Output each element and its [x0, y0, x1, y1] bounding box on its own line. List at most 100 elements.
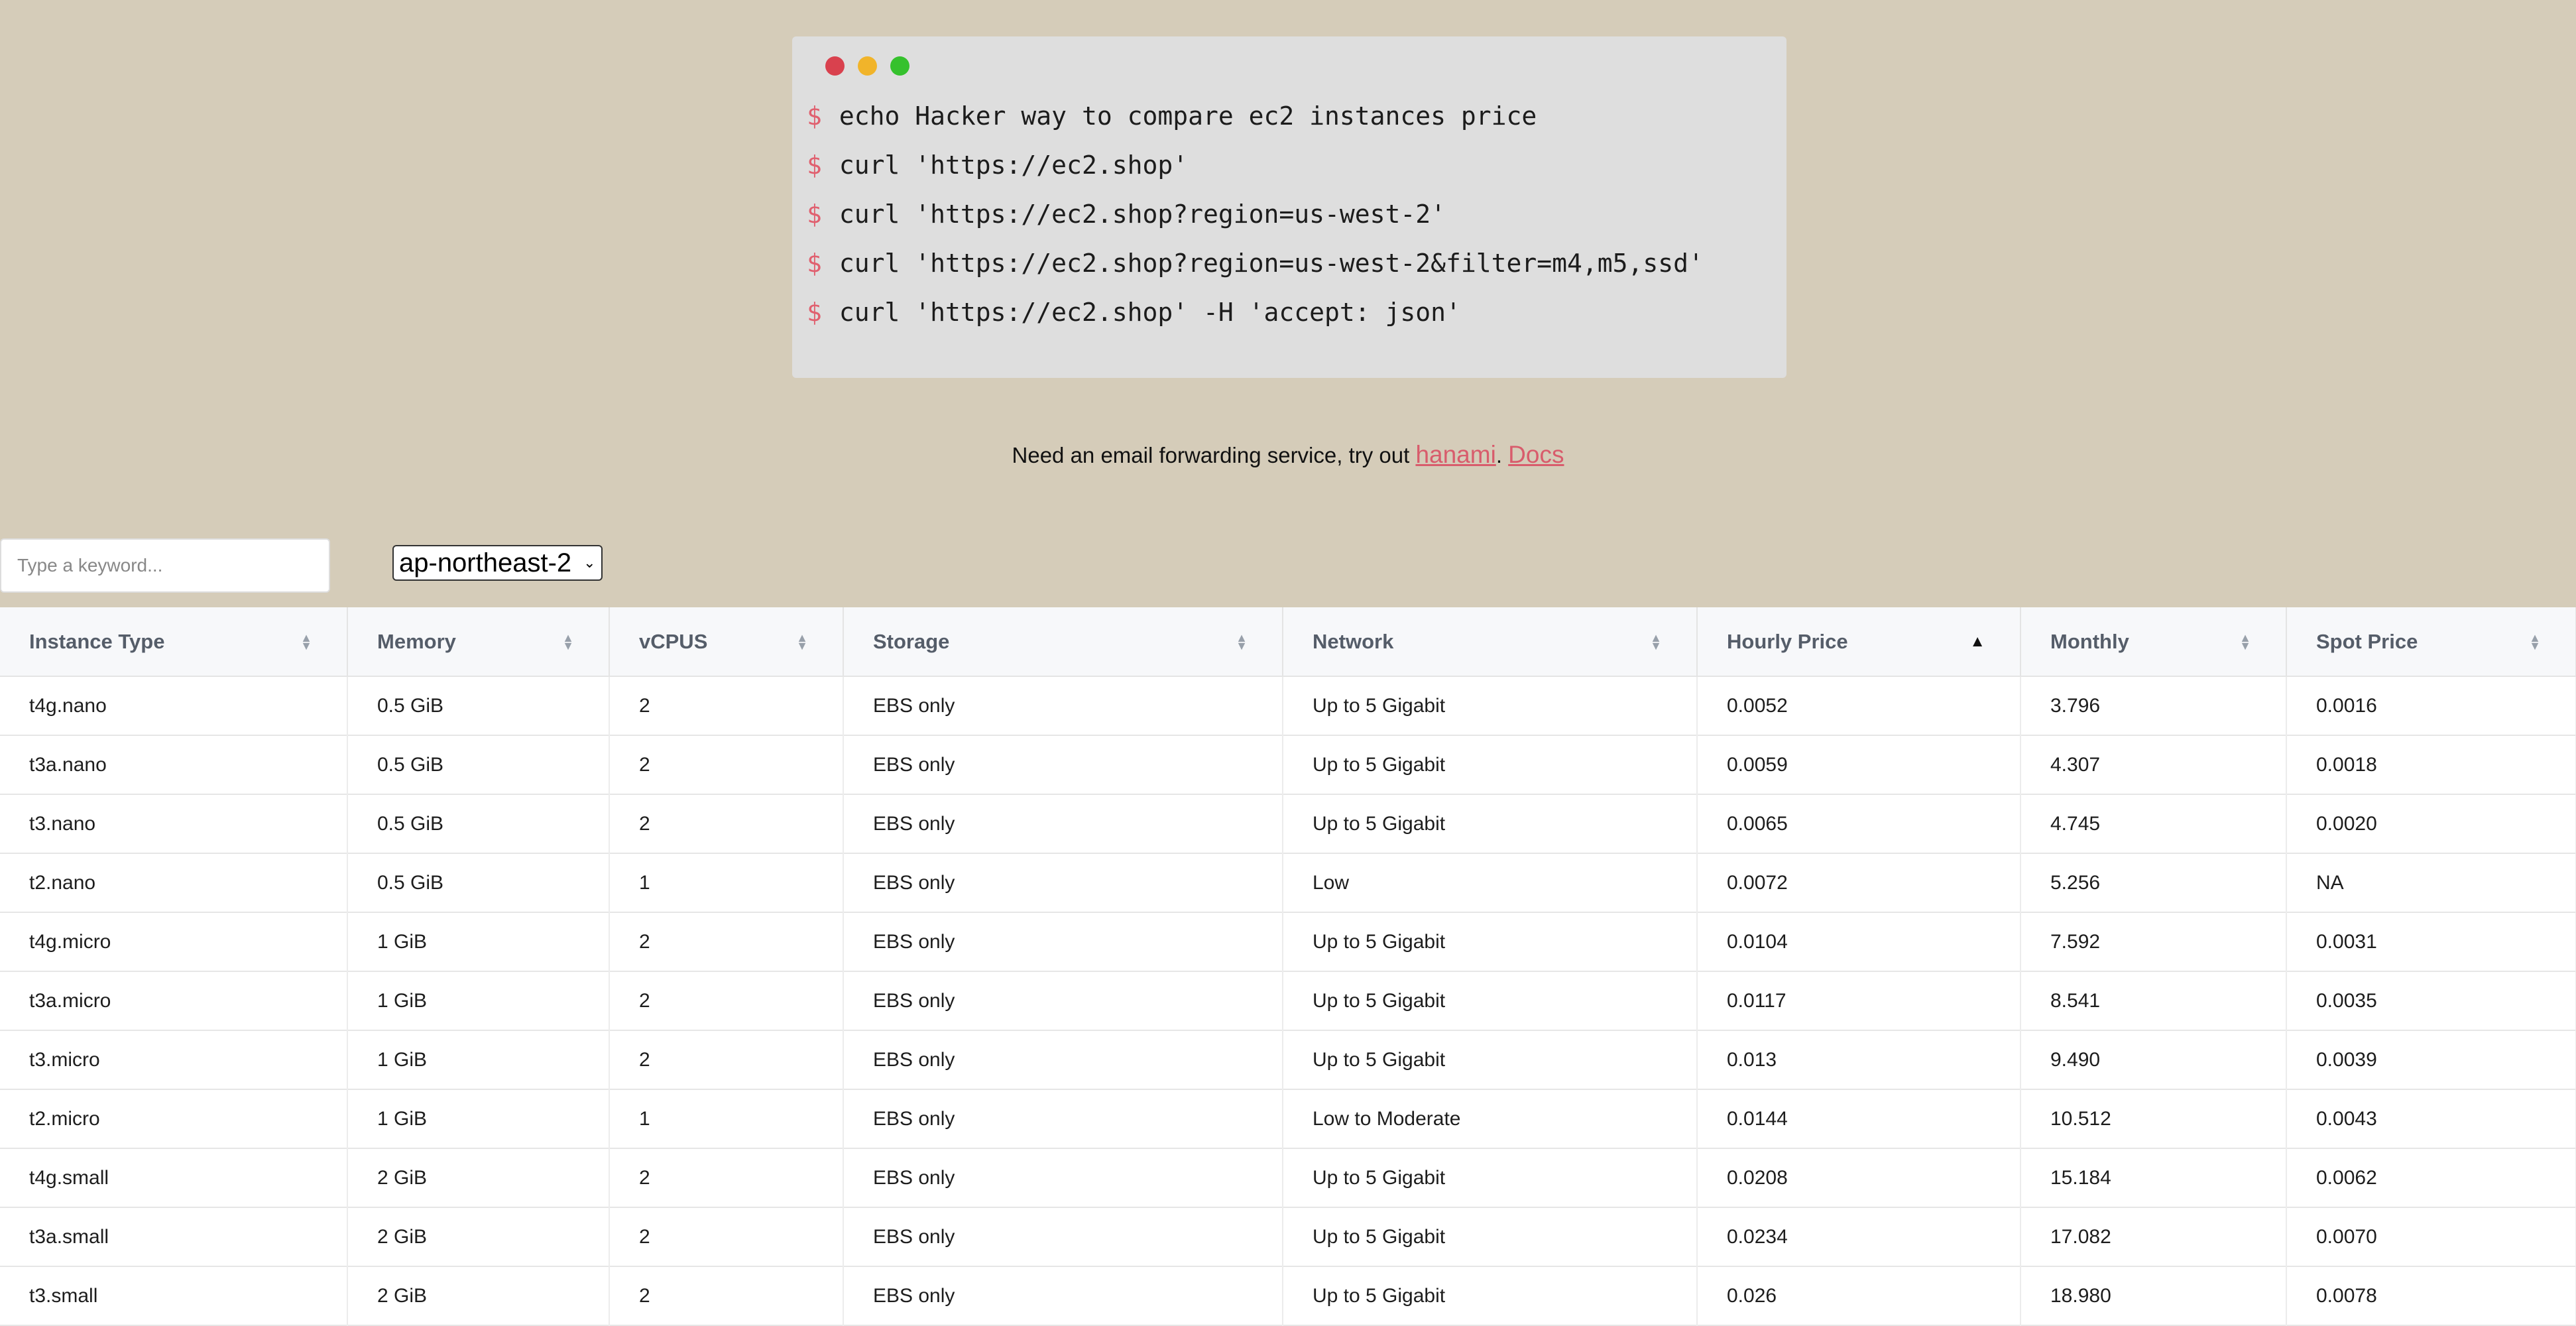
command-text: echo Hacker way to compare ec2 instances… — [839, 101, 1537, 131]
table-row[interactable]: t3a.nano 0.5 GiB 2 EBS only Up to 5 Gigabit 0… — [0, 735, 2576, 794]
table-cell: 0.0039 — [2286, 1030, 2576, 1089]
column-header[interactable]: Spot Price ▲ ▼ — [2286, 607, 2576, 677]
command-line: $ curl 'https://ec2.shop' -H 'accept: jso… — [805, 288, 1773, 337]
command-line: $ curl 'https://ec2.shop?region=us-west-2… — [805, 190, 1773, 239]
table-body: t4g.nano 0.5 GiB 2 EBS only Up to 5 Gigabit 0… — [0, 676, 2576, 1325]
search-input[interactable] — [0, 538, 330, 593]
column-header-label: vCPUS — [639, 629, 708, 653]
table-cell: 7.592 — [2020, 912, 2287, 971]
table-row[interactable]: t4g.small 2 GiB 2 EBS only Up to 5 Gigabit 0.… — [0, 1148, 2576, 1207]
table-cell: t2.nano — [0, 853, 348, 912]
column-header[interactable]: Hourly Price ▲ — [1697, 607, 2021, 677]
table-cell: 0.0104 — [1697, 912, 2021, 971]
table-cell: Low to Moderate — [1283, 1089, 1698, 1148]
region-select[interactable]: ap-northeast-2 ⌄ — [392, 545, 603, 581]
instance-price-table: Instance Type ▲ ▼ Memory ▲ ▼ vCPUS ▲ ▼ Storage ▲ ▼ N… — [0, 607, 2576, 1326]
table-cell: Up to 5 Gigabit — [1283, 676, 1698, 735]
table-cell: Up to 5 Gigabit — [1283, 1148, 1698, 1207]
table-cell: Up to 5 Gigabit — [1283, 1030, 1698, 1089]
table-cell: Up to 5 Gigabit — [1283, 1266, 1698, 1325]
sort-icon: ▲ ▼ — [562, 631, 574, 652]
table-cell: 0.0070 — [2286, 1207, 2576, 1266]
table-cell: 3.796 — [2020, 676, 2287, 735]
command-text: curl 'https://ec2.shop?region=us-west-2&… — [839, 249, 1704, 278]
table-cell: 1 GiB — [347, 912, 610, 971]
table-cell: 18.980 — [2020, 1266, 2287, 1325]
column-header[interactable]: vCPUS ▲ ▼ — [609, 607, 844, 677]
table-cell: 0.5 GiB — [347, 676, 610, 735]
table-cell: 2 GiB — [347, 1266, 610, 1325]
table-cell: t4g.small — [0, 1148, 348, 1207]
table-cell: Up to 5 Gigabit — [1283, 735, 1698, 794]
table-cell: EBS only — [843, 853, 1283, 912]
table-cell: t3a.nano — [0, 735, 348, 794]
region-selected-value: ap-northeast-2 — [399, 548, 572, 577]
table-cell: EBS only — [843, 1089, 1283, 1148]
table-cell: EBS only — [843, 1207, 1283, 1266]
column-header-label: Instance Type — [29, 629, 165, 653]
table-cell: 15.184 — [2020, 1148, 2287, 1207]
table-cell: 0.0144 — [1697, 1089, 2021, 1148]
table-cell: EBS only — [843, 676, 1283, 735]
promo-separator: . — [1495, 443, 1509, 467]
table-cell: 0.0234 — [1697, 1207, 2021, 1266]
table-row[interactable]: t3.small 2 GiB 2 EBS only Up to 5 Gigabit 0.0… — [0, 1266, 2576, 1325]
table-cell: 17.082 — [2020, 1207, 2287, 1266]
terminal-window: $ echo Hacker way to compare ec2 instance… — [792, 36, 1786, 378]
table-cell: EBS only — [843, 794, 1283, 853]
table-cell: 0.0208 — [1697, 1148, 2021, 1207]
table-cell: NA — [2286, 853, 2576, 912]
command-text: curl 'https://ec2.shop' — [839, 151, 1189, 180]
table-cell: 0.0059 — [1697, 735, 2021, 794]
table-cell: 2 — [609, 971, 844, 1030]
close-dot-icon — [825, 56, 845, 76]
prompt-symbol: $ — [807, 151, 822, 180]
table-row[interactable]: t2.nano 0.5 GiB 1 EBS only Low 0.0072 5.256 NA — [0, 853, 2576, 912]
column-header[interactable]: Monthly ▲ ▼ — [2020, 607, 2287, 677]
sort-icon: ▲ ▼ — [2239, 631, 2251, 652]
table-cell: 10.512 — [2020, 1089, 2287, 1148]
sort-icon: ▲ ▼ — [1650, 631, 1662, 652]
prompt-symbol: $ — [807, 200, 822, 229]
column-header[interactable]: Memory ▲ ▼ — [347, 607, 610, 677]
table-row[interactable]: t3.micro 1 GiB 2 EBS only Up to 5 Gigabit 0.0… — [0, 1030, 2576, 1089]
command-list: $ echo Hacker way to compare ec2 instance… — [805, 91, 1773, 337]
column-header-label: Spot Price — [2316, 629, 2418, 653]
column-header-label: Storage — [873, 629, 950, 653]
table-row[interactable]: t3.nano 0.5 GiB 2 EBS only Up to 5 Gigabit 0.… — [0, 794, 2576, 853]
table-cell: 0.0031 — [2286, 912, 2576, 971]
table-cell: Up to 5 Gigabit — [1283, 971, 1698, 1030]
table-cell: t3.small — [0, 1266, 348, 1325]
minimize-dot-icon — [858, 56, 877, 76]
prompt-symbol: $ — [807, 249, 822, 278]
table-cell: 2 — [609, 676, 844, 735]
table-row[interactable]: t3a.micro 1 GiB 2 EBS only Up to 5 Gigabit 0.… — [0, 971, 2576, 1030]
table-cell: 1 GiB — [347, 971, 610, 1030]
table-cell: 1 — [609, 853, 844, 912]
table-header-row: Instance Type ▲ ▼ Memory ▲ ▼ vCPUS ▲ ▼ Storage ▲ ▼ N… — [0, 607, 2576, 677]
docs-link[interactable]: Docs — [1508, 441, 1564, 468]
column-header[interactable]: Storage ▲ ▼ — [843, 607, 1283, 677]
table-cell: 0.0078 — [2286, 1266, 2576, 1325]
table-row[interactable]: t4g.micro 1 GiB 2 EBS only Up to 5 Gigabit 0.… — [0, 912, 2576, 971]
table-cell: Up to 5 Gigabit — [1283, 1207, 1698, 1266]
column-header[interactable]: Instance Type ▲ ▼ — [0, 607, 348, 677]
table-cell: 0.0020 — [2286, 794, 2576, 853]
table-cell: 0.013 — [1697, 1030, 2021, 1089]
table-cell: 2 — [609, 1030, 844, 1089]
hanami-link[interactable]: hanami — [1415, 441, 1495, 468]
table-cell: EBS only — [843, 1266, 1283, 1325]
table-cell: Up to 5 Gigabit — [1283, 912, 1698, 971]
sort-icon: ▲ ▼ — [300, 631, 312, 652]
table-cell: t3a.small — [0, 1207, 348, 1266]
window-controls — [825, 56, 1773, 76]
table-row[interactable]: t2.micro 1 GiB 1 EBS only Low to Moderate 0.0… — [0, 1089, 2576, 1148]
table-cell: EBS only — [843, 1148, 1283, 1207]
table-cell: 2 — [609, 1266, 844, 1325]
command-line: $ curl 'https://ec2.shop' — [805, 141, 1773, 190]
table-cell: 0.5 GiB — [347, 735, 610, 794]
table-cell: 1 GiB — [347, 1030, 610, 1089]
column-header[interactable]: Network ▲ ▼ — [1283, 607, 1698, 677]
table-row[interactable]: t4g.nano 0.5 GiB 2 EBS only Up to 5 Gigabit 0… — [0, 676, 2576, 735]
table-row[interactable]: t3a.small 2 GiB 2 EBS only Up to 5 Gigabit 0.… — [0, 1207, 2576, 1266]
